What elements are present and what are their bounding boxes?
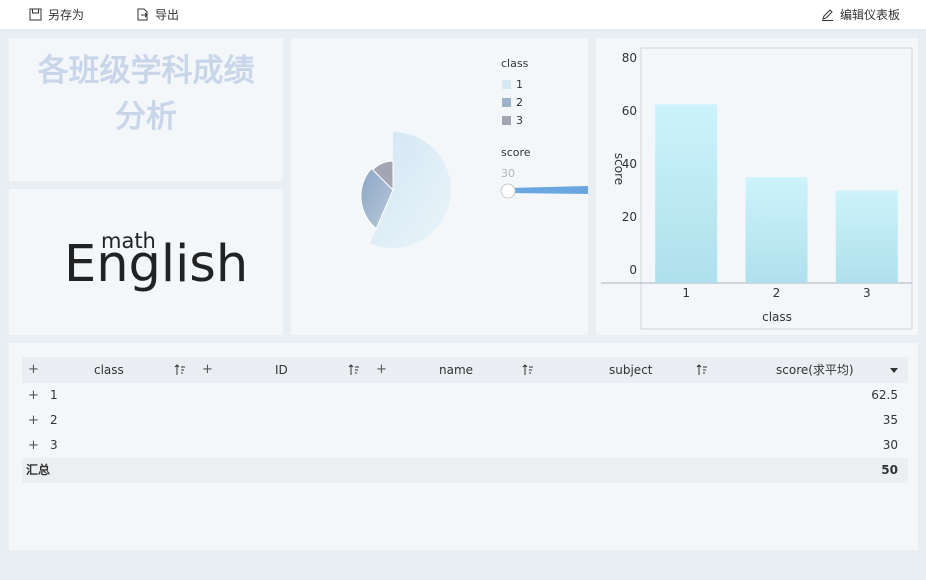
row-class: 3 (50, 438, 58, 452)
caret-down-icon[interactable] (890, 366, 898, 374)
sort-name-icon[interactable] (522, 364, 534, 376)
table-row[interactable]: + 1 62.5 (22, 383, 908, 408)
export-icon (137, 8, 148, 21)
header-subject[interactable]: subject (609, 357, 653, 383)
legend-label-2: 2 (516, 96, 523, 109)
table-row[interactable]: + 2 35 (22, 408, 908, 433)
dashboard-title-line1: 各班级学科成绩 (37, 53, 255, 89)
title-panel[interactable]: 各班级学科成绩 分析 (9, 38, 283, 181)
legend-swatch-2 (502, 98, 511, 107)
row-class: 1 (50, 388, 58, 402)
row-score: 35 (882, 413, 898, 427)
y-tick-label: 20 (622, 210, 637, 224)
bar-class-1[interactable] (655, 104, 718, 283)
sort-class-icon[interactable] (174, 364, 186, 376)
y-tick-label: 0 (629, 263, 637, 277)
legend-item-1[interactable]: 1 (502, 78, 523, 91)
export-label: 导出 (155, 8, 180, 22)
expand-class-icon[interactable]: + (28, 357, 39, 383)
legend-title: class (501, 57, 529, 70)
table-header: + class + ID + name subject score(求平均) (22, 357, 908, 383)
y-axis-label: score (612, 153, 626, 185)
row-class: 2 (50, 413, 58, 427)
total-value: 50 (881, 463, 898, 477)
header-id[interactable]: ID (275, 357, 288, 383)
sort-id-icon[interactable] (348, 364, 360, 376)
expand-id-icon[interactable]: + (202, 357, 213, 383)
header-class[interactable]: class (94, 357, 124, 383)
edit-dashboard-label: 编辑仪表板 (840, 8, 901, 22)
legend-item-2[interactable]: 2 (502, 96, 523, 109)
word-cloud-word-english: English (64, 235, 249, 294)
word-cloud-word-math: math (101, 229, 156, 253)
bar-chart-panel[interactable]: 0 20 40 60 80 123 class score (596, 38, 918, 335)
dashboard-title-line2: 分析 (115, 99, 177, 135)
save-icon (29, 8, 42, 21)
row-expand-icon[interactable]: + (28, 383, 39, 408)
y-tick-label: 60 (622, 104, 637, 118)
word-cloud-panel[interactable]: English math (9, 189, 283, 335)
slider-title: score (501, 146, 531, 159)
x-tick-label: 2 (773, 286, 781, 300)
row-score: 62.5 (871, 388, 898, 402)
pivot-table-panel[interactable]: + class + ID + name subject score(求平均) +… (9, 343, 918, 550)
table-row[interactable]: + 3 30 (22, 433, 908, 458)
row-score: 30 (882, 438, 898, 452)
legend-item-3[interactable]: 3 (502, 114, 523, 127)
score-slider[interactable] (499, 182, 589, 202)
table-total-row: 汇总 50 (22, 458, 908, 483)
header-name[interactable]: name (439, 357, 473, 383)
row-expand-icon[interactable]: + (28, 433, 39, 458)
slider-handle[interactable] (500, 183, 516, 199)
legend-swatch-1 (502, 80, 511, 89)
bar-class-3[interactable] (835, 190, 898, 284)
edit-dashboard-button[interactable]: 编辑仪表板 (821, 6, 900, 23)
x-axis-label: class (762, 310, 792, 324)
edit-icon (822, 9, 833, 21)
sort-subject-icon[interactable] (696, 364, 708, 376)
expand-name-icon[interactable]: + (376, 357, 387, 383)
row-expand-icon[interactable]: + (28, 408, 39, 433)
y-tick-label: 80 (622, 51, 637, 65)
export-button[interactable]: 导出 (136, 6, 179, 23)
save-as-label: 另存为 (48, 8, 85, 22)
legend-label-3: 3 (516, 114, 523, 127)
legend-label-1: 1 (516, 78, 523, 91)
x-tick-label: 3 (863, 286, 871, 300)
total-label: 汇总 (26, 463, 51, 477)
pie-chart-panel[interactable]: class 1 2 3 score 30 (291, 38, 588, 335)
legend-swatch-3 (502, 116, 511, 125)
header-score[interactable]: score(求平均) (776, 357, 854, 383)
save-as-button[interactable]: 另存为 (29, 6, 84, 23)
dashboard-title: 各班级学科成绩 分析 (9, 48, 283, 140)
x-tick-label: 1 (682, 286, 690, 300)
toolbar: 另存为 导出 编辑仪表板 (0, 0, 926, 30)
bar-chart: 020406080 123 class score (601, 47, 913, 330)
bar-class-2[interactable] (745, 177, 808, 283)
slider-value: 30 (501, 167, 515, 180)
